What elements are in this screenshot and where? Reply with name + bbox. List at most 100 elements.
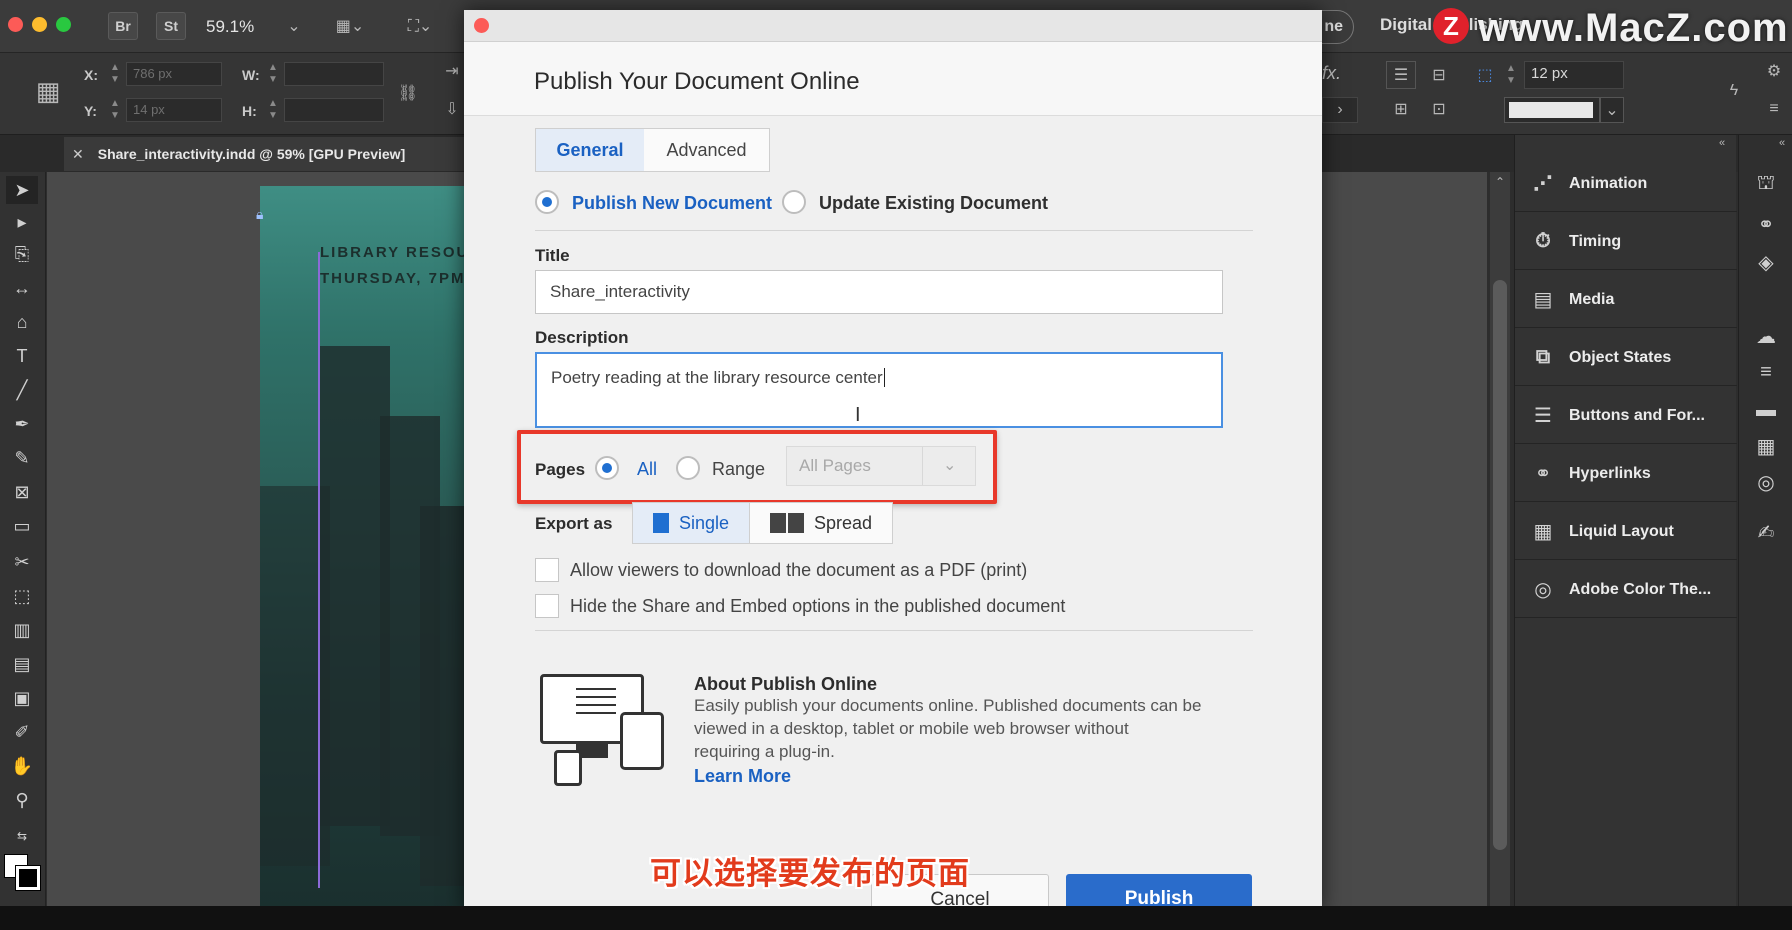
- y-field[interactable]: 14 px: [126, 98, 222, 122]
- y-stepper[interactable]: ▲ ▼: [108, 98, 122, 122]
- swatches-icon[interactable]: ☁: [1751, 321, 1781, 351]
- dialog-close-button[interactable]: [474, 18, 489, 33]
- export-spread-button[interactable]: Spread: [749, 502, 893, 544]
- zoom-tool-icon[interactable]: ⚲: [6, 786, 38, 814]
- update-existing-label[interactable]: Update Existing Document: [819, 193, 1048, 214]
- panel-item-media[interactable]: ▤ Media: [1515, 272, 1737, 328]
- pages-range-label[interactable]: Range: [712, 459, 765, 480]
- paragraph-styles-icon[interactable]: ✍: [1751, 517, 1781, 547]
- type-tool-icon[interactable]: T: [6, 342, 38, 370]
- description-textarea[interactable]: Poetry reading at the library resource c…: [535, 352, 1223, 428]
- panel-item-timing[interactable]: ⏱ Timing: [1515, 214, 1737, 270]
- document-tab[interactable]: ✕ Share_interactivity.indd @ 59% [GPU Pr…: [64, 137, 464, 171]
- direct-selection-tool-icon[interactable]: ▸: [6, 208, 38, 236]
- content-collector-icon[interactable]: ⌂: [6, 308, 38, 336]
- hand-tool-icon[interactable]: ✋: [6, 752, 38, 780]
- selection-tool-icon[interactable]: ➤: [6, 176, 38, 204]
- fx-button[interactable]: fx.: [1322, 63, 1341, 84]
- update-existing-radio[interactable]: [782, 190, 806, 214]
- cc-icon[interactable]: ◎: [1751, 467, 1781, 497]
- pen-tool-icon[interactable]: ✒: [6, 410, 38, 438]
- close-tab-icon[interactable]: ✕: [72, 146, 84, 163]
- stroke-weight-field[interactable]: 12 px: [1524, 61, 1624, 89]
- tab-general[interactable]: General: [535, 128, 645, 172]
- align-icon[interactable]: ⇥: [440, 59, 464, 83]
- scroll-up-icon[interactable]: ⌃: [1492, 172, 1508, 192]
- w-field[interactable]: [284, 62, 384, 86]
- publish-new-label[interactable]: Publish New Document: [572, 193, 772, 214]
- expand-strip-icon[interactable]: «: [1775, 135, 1789, 151]
- h-stepper[interactable]: ▲ ▼: [266, 98, 280, 122]
- stroke-panel-icon[interactable]: ≡: [1751, 357, 1781, 387]
- distribute-icon[interactable]: ⇩: [440, 97, 464, 121]
- zoom-dropdown-chevron-icon[interactable]: ⌄: [284, 16, 304, 36]
- wrap-column-icon[interactable]: ⊡: [1424, 95, 1454, 123]
- gap-tool-icon[interactable]: ↔: [6, 274, 38, 302]
- stroke-swatch[interactable]: [15, 865, 41, 891]
- line-tool-icon[interactable]: ╱: [6, 376, 38, 404]
- hide-share-label[interactable]: Hide the Share and Embed options in the …: [570, 596, 1065, 617]
- panel-item-adobe-color[interactable]: ◎ Adobe Color The...: [1515, 562, 1737, 618]
- gradient-feather-tool-icon[interactable]: ▤: [6, 650, 38, 678]
- quick-apply-icon[interactable]: ϟ: [1722, 79, 1746, 103]
- panel-item-buttons-forms[interactable]: ☰ Buttons and For...: [1515, 388, 1737, 444]
- pages-range-radio[interactable]: [676, 456, 700, 480]
- collapse-panels-icon[interactable]: «: [1713, 135, 1731, 151]
- publish-new-radio[interactable]: [535, 190, 559, 214]
- view-options-icon[interactable]: ▦⌄: [330, 14, 370, 38]
- next-arrow-icon[interactable]: ›: [1322, 97, 1358, 123]
- document-page[interactable]: LIBRARY RESOU THURSDAY, 7PM: [260, 186, 470, 926]
- settings-gear-icon[interactable]: ⚙: [1762, 59, 1786, 83]
- panel-item-object-states[interactable]: ⧉ Object States: [1515, 330, 1737, 386]
- zoom-window-button[interactable]: [56, 17, 71, 32]
- minimize-window-button[interactable]: [32, 17, 47, 32]
- free-transform-tool-icon[interactable]: ⬚: [6, 582, 38, 610]
- panel-menu-icon[interactable]: ≡: [1762, 97, 1786, 121]
- page-tool-icon[interactable]: ⎘: [6, 240, 38, 268]
- cc-libraries-icon[interactable]: ⛫: [1751, 169, 1781, 199]
- tab-advanced[interactable]: Advanced: [644, 128, 770, 172]
- gradient-panel-icon[interactable]: ▦: [1751, 431, 1781, 461]
- links-icon[interactable]: ⚭: [1751, 209, 1781, 239]
- export-single-button[interactable]: Single: [632, 502, 750, 544]
- swap-colors-icon[interactable]: ⇆: [6, 822, 38, 850]
- learn-more-link[interactable]: Learn More: [694, 766, 791, 787]
- hide-share-checkbox[interactable]: [535, 594, 559, 618]
- rectangle-frame-tool-icon[interactable]: ⊠: [6, 478, 38, 506]
- allow-pdf-checkbox[interactable]: [535, 558, 559, 582]
- note-tool-icon[interactable]: ▣: [6, 684, 38, 712]
- zoom-level[interactable]: 59.1%: [206, 17, 254, 37]
- screen-mode-icon[interactable]: ⛶⌄: [398, 14, 442, 38]
- stroke-type-chevron-icon[interactable]: ⌄: [1600, 97, 1624, 123]
- rectangle-tool-icon[interactable]: ▭: [6, 512, 38, 540]
- panel-item-animation[interactable]: ⋰ Animation: [1515, 156, 1737, 212]
- w-stepper[interactable]: ▲ ▼: [266, 62, 280, 86]
- wrap-jump-icon[interactable]: ⊞: [1386, 95, 1416, 123]
- stock-button[interactable]: St: [156, 12, 186, 40]
- text-wrap-alt-icon[interactable]: ⊟: [1424, 61, 1454, 89]
- pencil-tool-icon[interactable]: ✎: [6, 444, 38, 472]
- scissors-tool-icon[interactable]: ✂: [6, 548, 38, 576]
- x-field[interactable]: 786 px: [126, 62, 222, 86]
- gradient-tool-icon[interactable]: ▥: [6, 616, 38, 644]
- close-window-button[interactable]: [8, 17, 23, 32]
- frame-fit-icon[interactable]: ⬚: [1472, 61, 1498, 89]
- allow-pdf-label[interactable]: Allow viewers to download the document a…: [570, 560, 1027, 581]
- text-wrap-icon[interactable]: ☰: [1386, 61, 1416, 89]
- reference-point-icon[interactable]: ▦: [28, 71, 68, 111]
- pages-all-radio[interactable]: [595, 456, 619, 480]
- title-input[interactable]: Share_interactivity: [535, 270, 1223, 314]
- scrollbar-thumb[interactable]: [1493, 280, 1507, 850]
- pages-all-label[interactable]: All: [637, 459, 657, 480]
- lock-icon[interactable]: 🔒︎: [256, 206, 270, 224]
- stroke-type-select[interactable]: [1504, 97, 1600, 123]
- pages-select[interactable]: All Pages ⌄: [786, 446, 976, 486]
- constrain-proportions-icon[interactable]: ⛓: [396, 81, 420, 105]
- bridge-button[interactable]: Br: [108, 12, 138, 40]
- x-stepper[interactable]: ▲ ▼: [108, 62, 122, 86]
- layers-icon[interactable]: ◈: [1751, 247, 1781, 277]
- stroke-stepper[interactable]: ▲ ▼: [1504, 63, 1518, 87]
- panel-item-hyperlinks[interactable]: ⚭ Hyperlinks: [1515, 446, 1737, 502]
- panel-item-liquid-layout[interactable]: ▦ Liquid Layout: [1515, 504, 1737, 560]
- color-panel-icon[interactable]: ▬: [1751, 395, 1781, 425]
